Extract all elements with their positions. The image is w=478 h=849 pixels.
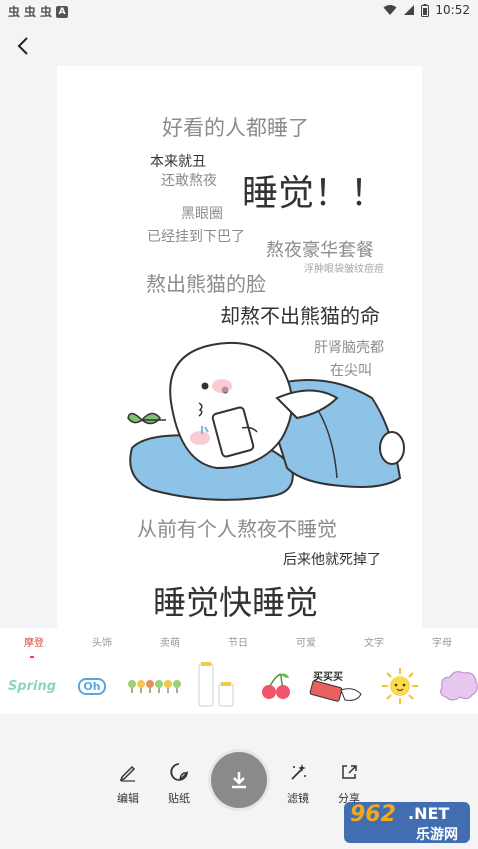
meme-text: 黑眼圈: [181, 206, 223, 222]
sticker-oh[interactable]: Oh: [74, 662, 110, 710]
meme-title: 睡觉！！: [242, 173, 387, 214]
meme-text: 后来他就死掉了: [283, 552, 381, 568]
image-canvas: 好看的人都睡了 本来就丑 还敢熬夜 睡觉！！ 黑眼圈 已经挂到下巴了 熬夜豪华套…: [57, 66, 422, 628]
notification-bug-icon: 虫: [8, 5, 21, 19]
site-watermark: 962 .NET 乐游网: [342, 800, 472, 845]
sticker-category-tabs: 摩登 头饰 卖萌 节日 可爱 文字 字母: [0, 628, 478, 658]
meme-text: 熬出熊猫的脸: [146, 272, 266, 296]
meme-text: 浮肿眼袋皱纹痘痘: [304, 264, 384, 275]
sticker-button[interactable]: 贴纸: [159, 762, 199, 806]
meme-text: 已经挂到下巴了: [147, 229, 245, 245]
sticker-icon: [170, 763, 189, 781]
share-icon: [342, 765, 357, 779]
meme-text: 却熬不出熊猫的命: [220, 304, 380, 328]
sticker-cherries[interactable]: [256, 662, 296, 710]
status-bar: 虫 虫 虫 A 10:52: [0, 0, 478, 22]
meme-text: 还敢熬夜: [161, 173, 217, 189]
meme-text: 从前有个人熬夜不睡觉: [137, 517, 337, 541]
jars-icon: [198, 662, 234, 707]
magic-wand-icon: [291, 764, 306, 780]
notification-bug-icon: 虫: [40, 5, 53, 19]
money-hand-icon: [309, 680, 362, 702]
sticker-jars[interactable]: [194, 662, 238, 710]
sticker-trees[interactable]: [126, 662, 182, 710]
tab-lovely[interactable]: 可爱: [296, 634, 316, 649]
tab-cute-act[interactable]: 卖萌: [160, 634, 180, 649]
back-arrow-icon[interactable]: [12, 34, 36, 58]
tab-festival[interactable]: 节日: [228, 634, 248, 649]
sleepy-character-illustration: [127, 341, 405, 501]
sun-icon: [382, 668, 418, 704]
meme-text: 本来就丑: [150, 154, 206, 170]
sticker-buy-buy-buy[interactable]: 买买买: [306, 662, 366, 710]
meme-text: 睡觉快睡觉: [153, 583, 318, 622]
clock: 10:52: [435, 3, 470, 17]
status-right-icons: 10:52: [383, 3, 470, 17]
download-button[interactable]: [211, 752, 267, 808]
wifi-icon: [383, 5, 397, 15]
download-icon: [232, 772, 246, 789]
notification-a-icon: A: [56, 5, 69, 18]
notification-bug-icon: 虫: [24, 5, 37, 19]
battery-icon: [421, 3, 430, 17]
sticker-spring[interactable]: Spring: [6, 662, 58, 710]
tab-headwear[interactable]: 头饰: [92, 634, 112, 649]
tab-letters[interactable]: 字母: [432, 634, 452, 649]
cloud-icon: [440, 671, 478, 701]
meme-text: 熬夜豪华套餐: [266, 240, 374, 261]
status-left-icons: 虫 虫 虫 A: [8, 3, 69, 20]
signal-icon: [404, 5, 415, 15]
tab-modern[interactable]: 摩登: [24, 634, 44, 658]
sticker-sun[interactable]: [378, 662, 422, 710]
sticker-cloud[interactable]: [438, 662, 478, 710]
meme-text: 好看的人都睡了: [162, 116, 309, 140]
trees-icon: [128, 680, 181, 693]
pencil-icon: [119, 765, 136, 782]
tab-text[interactable]: 文字: [364, 634, 384, 649]
cherry-icon: [262, 673, 290, 699]
filter-button[interactable]: 滤镜: [278, 762, 318, 806]
edit-button[interactable]: 编辑: [108, 762, 148, 806]
sticker-row: Spring Oh 买买买: [0, 658, 478, 714]
